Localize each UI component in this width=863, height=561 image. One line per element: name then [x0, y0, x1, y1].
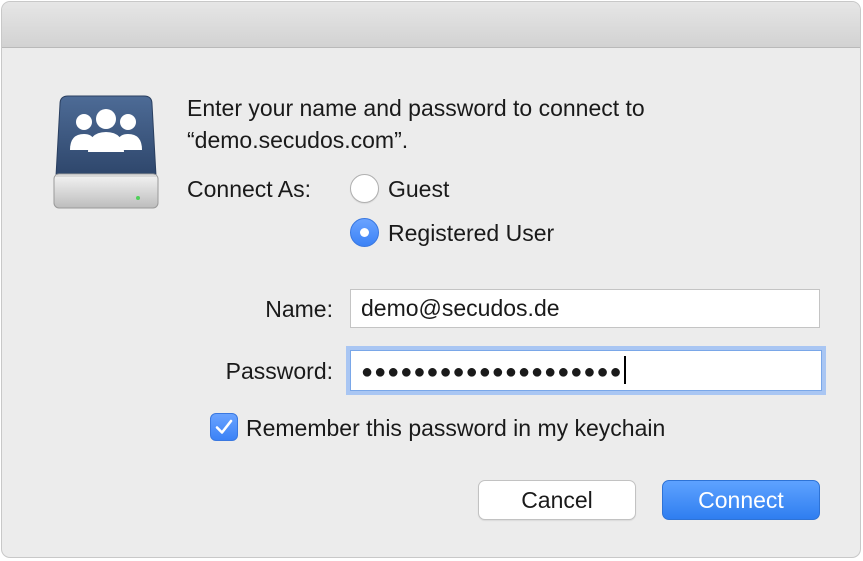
password-field[interactable]: ●●●●●●●●●●●●●●●●●●●● [350, 350, 822, 391]
text-caret [623, 355, 626, 384]
message-line-2: “demo.secudos.com”. [187, 127, 409, 153]
password-field-value: ●●●●●●●●●●●●●●●●●●●● [361, 361, 623, 383]
registered-user-radio[interactable] [350, 218, 379, 247]
cancel-button[interactable]: Cancel [478, 480, 636, 520]
shared-server-icon [53, 95, 159, 209]
checkmark-icon [215, 419, 233, 434]
password-label: Password: [225, 358, 333, 384]
guest-radio-label[interactable]: Guest [388, 174, 449, 204]
radio-selected-dot [360, 228, 369, 237]
message-line-1: Enter your name and password to connect … [187, 95, 645, 121]
title-bar[interactable] [2, 2, 860, 48]
remember-password-label[interactable]: Remember this password in my keychain [246, 413, 665, 443]
name-field[interactable]: demo@secudos.de [350, 289, 820, 328]
connect-as-label: Connect As: [187, 176, 312, 202]
guest-radio[interactable] [350, 174, 379, 203]
remember-password-checkbox[interactable] [210, 413, 238, 441]
connect-button[interactable]: Connect [662, 480, 820, 520]
connect-dialog: Enter your name and password to connect … [2, 2, 860, 557]
name-field-value: demo@secudos.de [361, 295, 560, 321]
registered-user-radio-label[interactable]: Registered User [388, 218, 554, 248]
name-label: Name: [265, 296, 333, 322]
dialog-message: Enter your name and password to connect … [187, 92, 827, 156]
